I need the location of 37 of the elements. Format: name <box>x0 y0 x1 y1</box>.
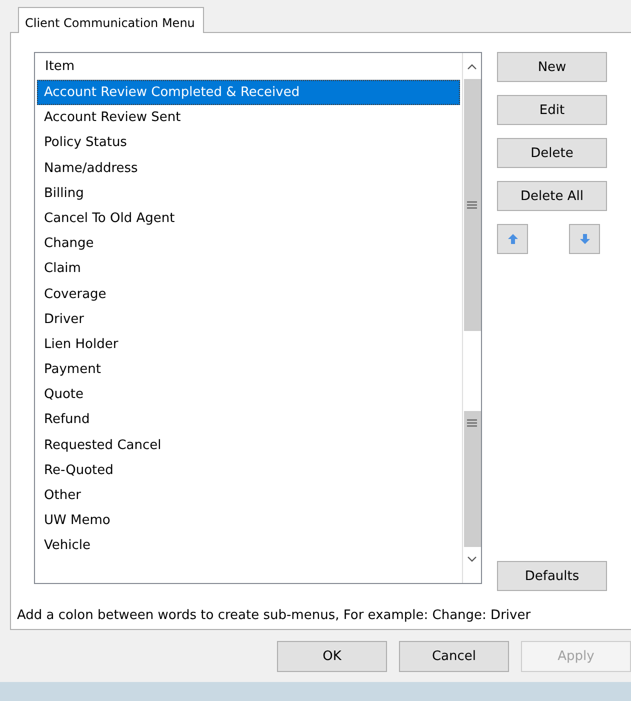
grip-icon <box>467 201 477 209</box>
list-item[interactable]: Change <box>37 231 460 256</box>
dialog-button[interactable]: OK <box>277 641 387 672</box>
list-item[interactable]: Account Review Completed & Received <box>37 80 460 106</box>
list-item[interactable]: Quote <box>37 382 460 408</box>
tab[interactable]: Client Communication Menu <box>18 7 204 33</box>
list-item[interactable]: Cancel To Old Agent <box>37 206 460 232</box>
list-item[interactable]: Name/address <box>37 156 460 181</box>
hint-text: Add a colon between words to create sub-menus, For example: Change: Driver <box>17 608 532 623</box>
list-item[interactable]: Lien Holder <box>37 332 460 358</box>
down-arrow-icon <box>578 233 590 245</box>
list-item[interactable]: Vehicle <box>37 533 460 559</box>
list-item[interactable]: Billing <box>37 180 460 206</box>
scrollbar-thumb[interactable] <box>464 79 480 331</box>
list-item[interactable]: Payment <box>37 357 460 382</box>
defaults-button[interactable]: Defaults <box>497 561 607 591</box>
grip-icon <box>467 419 477 427</box>
list-item[interactable]: Account Review Sent <box>37 105 460 130</box>
list-item[interactable]: UW Memo <box>37 508 460 534</box>
move-up-button[interactable] <box>497 224 528 254</box>
list-item[interactable]: Driver <box>37 306 460 332</box>
list-item[interactable]: Other <box>37 483 460 508</box>
scrollbar[interactable] <box>462 53 481 583</box>
list-item[interactable]: Coverage <box>37 282 460 307</box>
action-button[interactable]: Delete All <box>497 181 607 211</box>
action-button[interactable]: Edit <box>497 95 607 125</box>
list-item[interactable]: Policy Status <box>37 130 460 156</box>
list-item[interactable]: Refund <box>37 407 460 433</box>
list-item[interactable]: Re-Quoted <box>37 458 460 483</box>
list-item[interactable]: Claim <box>37 256 460 282</box>
scrollbar-thumb[interactable] <box>464 411 480 547</box>
dialog-button[interactable]: Cancel <box>399 641 509 672</box>
up-arrow-icon <box>506 233 518 245</box>
action-button[interactable]: Delete <box>497 138 607 168</box>
list-item[interactable]: Requested Cancel <box>37 432 460 458</box>
move-down-button[interactable] <box>569 224 600 254</box>
action-button[interactable]: New <box>497 52 607 82</box>
